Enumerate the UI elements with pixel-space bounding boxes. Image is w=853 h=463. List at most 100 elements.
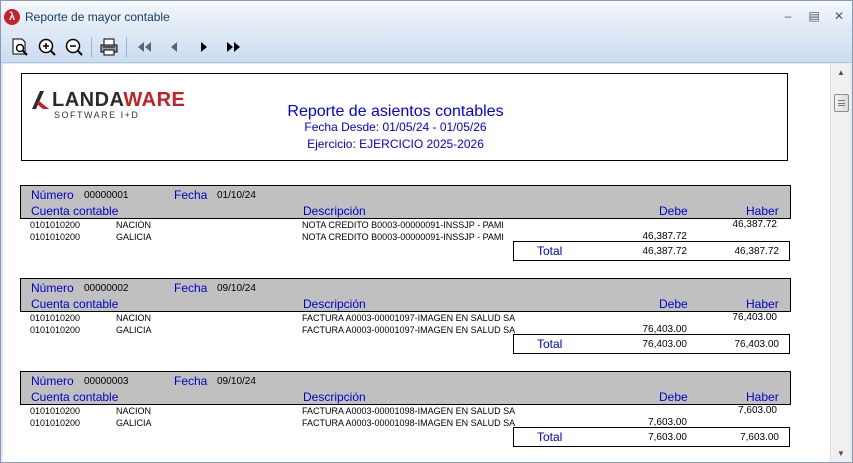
haber-value: 7,603.00 bbox=[738, 405, 777, 416]
previous-page-button[interactable] bbox=[163, 36, 185, 58]
haber-header: Haber bbox=[746, 390, 779, 404]
account-name: NACION bbox=[116, 313, 152, 323]
first-page-button[interactable] bbox=[133, 36, 155, 58]
total-haber: 76,403.00 bbox=[734, 339, 780, 350]
account-code: 0101010200 bbox=[30, 418, 81, 428]
account-name: GALICIA bbox=[116, 325, 152, 335]
fecha-label: Fecha bbox=[174, 188, 208, 202]
row-description: FACTURA A0003-00001098-IMAGEN EN SALUD S… bbox=[302, 418, 516, 428]
entry-total: Total 76,403.00 76,403.00 bbox=[513, 334, 790, 354]
report-preview[interactable]: LANDAWARE SOFTWARE I+D Reporte de asient… bbox=[3, 64, 830, 462]
entry-total: Total 46,387.72 46,387.72 bbox=[513, 241, 790, 261]
account-name: NACION bbox=[116, 220, 152, 230]
entry-date: 09/10/24 bbox=[217, 376, 256, 387]
entry-date: 01/10/24 bbox=[217, 190, 256, 201]
scroll-down-button[interactable]: ▼ bbox=[831, 445, 851, 462]
grip-icon bbox=[838, 100, 845, 106]
descripcion-header: Descripción bbox=[303, 297, 366, 311]
last-page-icon bbox=[227, 42, 240, 52]
fecha-label: Fecha bbox=[174, 281, 208, 295]
descripcion-header: Descripción bbox=[303, 390, 366, 404]
journal-entry: Número 00000002 Fecha 09/10/24 Cuenta co… bbox=[20, 278, 791, 356]
cuenta-header: Cuenta contable bbox=[31, 204, 119, 218]
account-code: 0101010200 bbox=[30, 232, 81, 242]
entry-number: 00000001 bbox=[84, 190, 129, 201]
row-description: FACTURA A0003-00001097-IMAGEN EN SALUD S… bbox=[302, 313, 516, 323]
haber-value: 46,387.72 bbox=[732, 219, 778, 230]
haber-header: Haber bbox=[746, 204, 779, 218]
entry-number: 00000002 bbox=[84, 283, 129, 294]
entry-number: 00000003 bbox=[84, 376, 129, 387]
cuenta-header: Cuenta contable bbox=[31, 297, 119, 311]
entry-header: Número 00000002 Fecha 09/10/24 Cuenta co… bbox=[20, 278, 791, 312]
debe-header: Debe bbox=[659, 390, 688, 404]
page-view-button[interactable] bbox=[9, 36, 31, 58]
page-view-icon bbox=[12, 38, 28, 56]
debe-header: Debe bbox=[659, 204, 688, 218]
total-label: Total bbox=[537, 244, 563, 258]
toolbar-separator bbox=[91, 37, 92, 57]
last-page-button[interactable] bbox=[223, 36, 245, 58]
scroll-down-icon: ▼ bbox=[837, 449, 845, 458]
zoom-out-button[interactable] bbox=[63, 36, 85, 58]
toolbar bbox=[1, 32, 852, 63]
report-window: λ Reporte de mayor contable – ▤ ✕ LANDAW… bbox=[0, 0, 853, 463]
account-name: NACION bbox=[116, 406, 152, 416]
close-icon: ✕ bbox=[833, 9, 845, 23]
entry-date: 09/10/24 bbox=[217, 283, 256, 294]
total-debe: 46,387.72 bbox=[642, 246, 688, 257]
print-button[interactable] bbox=[98, 36, 120, 58]
entry-total: Total 7,603.00 7,603.00 bbox=[513, 427, 790, 447]
descripcion-header: Descripción bbox=[303, 204, 366, 218]
numero-label: Número bbox=[31, 374, 74, 388]
total-debe: 7,603.00 bbox=[648, 432, 687, 443]
title-bar[interactable]: λ Reporte de mayor contable – ▤ ✕ bbox=[1, 1, 852, 32]
total-haber: 46,387.72 bbox=[734, 246, 780, 257]
fecha-label: Fecha bbox=[174, 374, 208, 388]
window-title: Reporte de mayor contable bbox=[25, 10, 170, 24]
maximize-icon: ▤ bbox=[808, 9, 820, 23]
zoom-out-icon bbox=[65, 38, 83, 56]
app-icon[interactable]: λ bbox=[4, 9, 20, 25]
previous-page-icon bbox=[171, 42, 177, 52]
row-description: NOTA CREDITO B0003-00000091-INSSJP - PAM… bbox=[302, 220, 504, 230]
haber-value: 76,403.00 bbox=[732, 312, 778, 323]
report-date-range: Fecha Desde: 01/05/24 - 01/05/26 bbox=[304, 120, 487, 134]
minimize-icon: – bbox=[784, 9, 792, 23]
row-description: FACTURA A0003-00001098-IMAGEN EN SALUD S… bbox=[302, 406, 516, 416]
row-description: FACTURA A0003-00001097-IMAGEN EN SALUD S… bbox=[302, 325, 516, 335]
report-title: Reporte de asientos contables bbox=[287, 103, 504, 120]
cuenta-header: Cuenta contable bbox=[31, 390, 119, 404]
account-code: 0101010200 bbox=[30, 325, 81, 335]
haber-header: Haber bbox=[746, 297, 779, 311]
zoom-in-icon bbox=[38, 38, 56, 56]
next-page-icon bbox=[201, 42, 207, 52]
total-label: Total bbox=[537, 430, 563, 444]
scroll-up-icon: ▲ bbox=[837, 68, 845, 77]
journal-entry: Número 00000001 Fecha 01/10/24 Cuenta co… bbox=[20, 185, 791, 263]
account-code: 0101010200 bbox=[30, 313, 81, 323]
scroll-up-button[interactable]: ▲ bbox=[831, 64, 851, 81]
next-page-button[interactable] bbox=[193, 36, 215, 58]
zoom-in-button[interactable] bbox=[36, 36, 58, 58]
maximize-button[interactable]: ▤ bbox=[803, 7, 825, 25]
debe-header: Debe bbox=[659, 297, 688, 311]
total-haber: 7,603.00 bbox=[740, 432, 779, 443]
journal-entry: Número 00000003 Fecha 09/10/24 Cuenta co… bbox=[20, 371, 791, 449]
first-page-icon bbox=[138, 42, 151, 52]
account-name: GALICIA bbox=[116, 418, 152, 428]
toolbar-separator bbox=[126, 37, 127, 57]
report-exercise: Ejercicio: EJERCICIO 2025-2026 bbox=[307, 137, 484, 151]
entry-header: Número 00000003 Fecha 09/10/24 Cuenta co… bbox=[20, 371, 791, 405]
numero-label: Número bbox=[31, 281, 74, 295]
close-button[interactable]: ✕ bbox=[828, 7, 850, 25]
vertical-scrollbar[interactable]: ▲ ▼ bbox=[830, 64, 851, 462]
row-description: NOTA CREDITO B0003-00000091-INSSJP - PAM… bbox=[302, 232, 504, 242]
print-icon bbox=[100, 38, 118, 56]
scroll-thumb[interactable] bbox=[834, 94, 849, 112]
total-debe: 76,403.00 bbox=[642, 339, 688, 350]
account-code: 0101010200 bbox=[30, 220, 81, 230]
entry-header: Número 00000001 Fecha 01/10/24 Cuenta co… bbox=[20, 185, 791, 219]
total-label: Total bbox=[537, 337, 563, 351]
minimize-button[interactable]: – bbox=[777, 7, 799, 25]
